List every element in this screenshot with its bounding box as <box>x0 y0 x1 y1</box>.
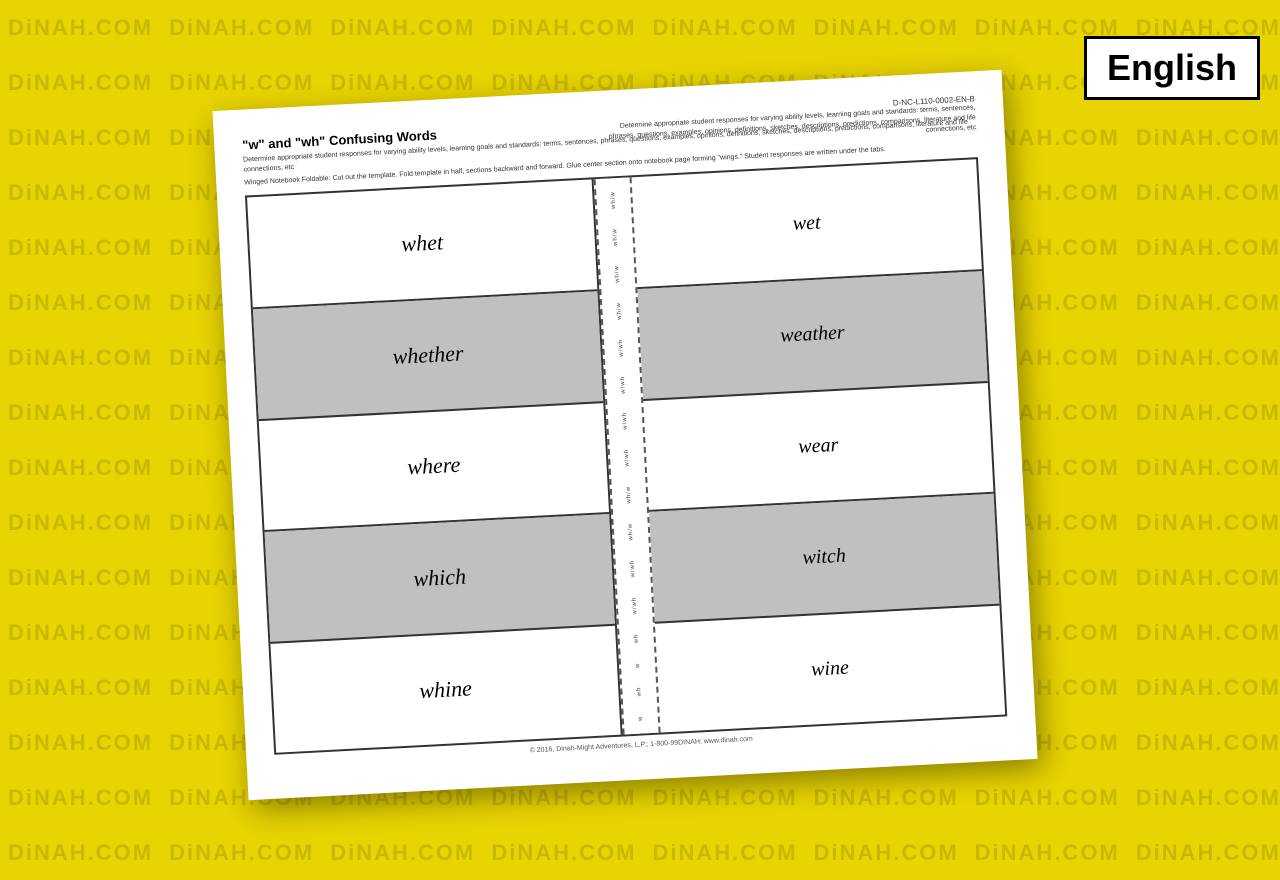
right-cell-3: witch <box>649 494 999 623</box>
left-cell-0: whet <box>247 180 597 309</box>
strip-label-3: wh/w <box>616 302 624 320</box>
strip-label-10: w/wh <box>629 560 637 578</box>
left-section: whet whether where which whine <box>247 180 623 753</box>
left-cell-2: where <box>259 403 609 532</box>
left-cell-4: whine <box>270 626 620 753</box>
right-cell-0: wet <box>632 160 982 289</box>
right-cell-3-text: witch <box>802 545 846 570</box>
right-cell-1-text: weather <box>780 322 846 348</box>
right-cell-0-text: wet <box>792 211 821 235</box>
right-section: wet weather wear witch wine <box>632 160 1006 733</box>
english-label: English <box>1084 36 1260 100</box>
right-cell-1: weather <box>637 271 987 400</box>
strip-label-2: wh/w <box>614 265 622 283</box>
strip-label-4: w/wh <box>618 339 626 357</box>
left-cell-4-text: whine <box>419 675 473 704</box>
strip-label-14: wh <box>636 687 643 697</box>
strip-label-9: wh/w <box>627 523 635 541</box>
strip-label-5: w/wh <box>620 375 628 393</box>
right-cell-4-text: wine <box>811 657 850 682</box>
notebook-grid: whet whether where which whine wh/w <box>245 158 1007 756</box>
strip-label-0: wh/w <box>610 191 618 209</box>
right-cell-2-text: wear <box>798 434 839 459</box>
strip-label-8: wh/w <box>625 486 633 504</box>
strip-label-11: w/wh <box>631 597 639 615</box>
right-cell-4: wine <box>655 605 1005 732</box>
left-cell-3: which <box>265 514 615 643</box>
strip-label-12: wh <box>633 633 640 643</box>
left-cell-1: whether <box>253 291 603 420</box>
right-cell-2: wear <box>643 383 993 512</box>
left-cell-0-text: whet <box>401 229 444 257</box>
strip-label-6: w/wh <box>622 412 630 430</box>
english-label-text: English <box>1107 47 1237 88</box>
left-cell-1-text: whether <box>392 340 464 370</box>
document-paper: D-NC-L110-0002-EN-B Determine appropriat… <box>212 70 1037 800</box>
left-cell-2-text: where <box>407 452 461 481</box>
left-cell-3-text: which <box>413 564 467 593</box>
strip-label-15: w <box>637 716 644 722</box>
document-inner: D-NC-L110-0002-EN-B Determine appropriat… <box>242 99 1009 787</box>
strip-label-13: w <box>635 662 642 668</box>
strip-label-1: wh/w <box>612 228 620 246</box>
strip-label-7: w/wh <box>623 449 631 467</box>
